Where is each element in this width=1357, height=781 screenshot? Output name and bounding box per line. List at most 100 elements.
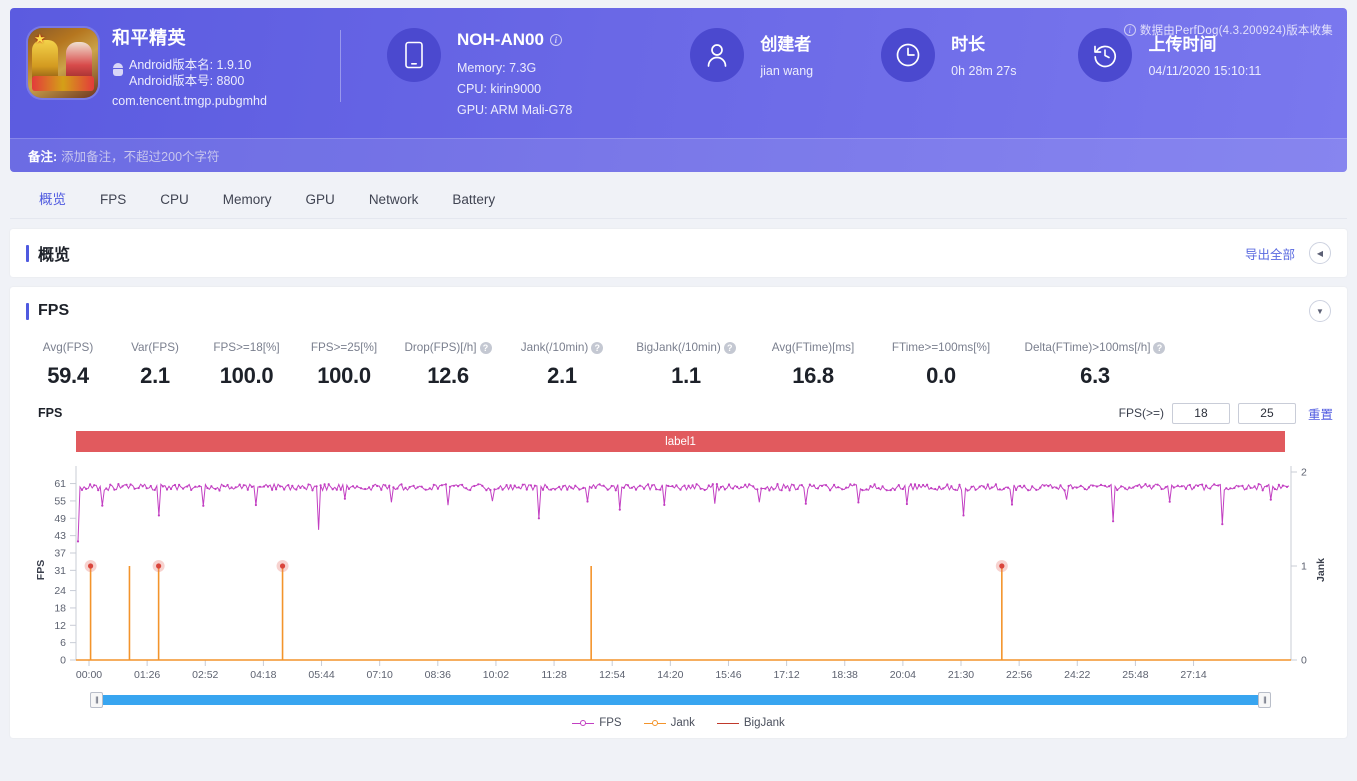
note-input-placeholder[interactable]: 添加备注，不超过200个字符: [61, 146, 219, 165]
game-app-icon: ★: [28, 28, 98, 98]
svg-text:55: 55: [54, 495, 66, 507]
svg-text:25:48: 25:48: [1122, 669, 1148, 681]
upload-time-segment: 上传时间 04/11/2020 15:10:11: [1078, 22, 1261, 82]
svg-text:37: 37: [54, 547, 66, 559]
scrollbar-track[interactable]: [90, 695, 1271, 705]
svg-text:17:12: 17:12: [773, 669, 799, 681]
tab-memory[interactable]: Memory: [206, 181, 289, 219]
report-header: i 数据由PerfDog(4.3.200924)版本收集 ★ 和平精英 Andr…: [10, 8, 1347, 172]
legend-item-bigjank[interactable]: BigJank: [716, 717, 785, 729]
help-icon[interactable]: ?: [723, 341, 736, 354]
perfdog-report-page: i 数据由PerfDog(4.3.200924)版本收集 ★ 和平精英 Andr…: [0, 8, 1357, 781]
export-all-link[interactable]: 导出全部: [1245, 244, 1295, 263]
label-band: label1: [76, 431, 1285, 452]
legend-marker-fps: [572, 719, 595, 728]
tab-fps[interactable]: FPS: [83, 181, 143, 219]
overview-panel: 概览 导出全部 ◀: [10, 229, 1347, 277]
scrollbar-handle-left[interactable]: |||: [90, 692, 103, 708]
chart-legend: FPS Jank BigJank: [24, 714, 1333, 732]
fps-metrics-row: Avg(FPS) 59.4 Var(FPS) 2.1 FPS>=18[%] 10…: [10, 335, 1347, 399]
help-icon[interactable]: ?: [479, 341, 492, 354]
tab-overview[interactable]: 概览: [22, 181, 83, 219]
main-tabs: 概览 FPS CPU Memory GPU Network Battery: [10, 181, 1347, 219]
svg-text:43: 43: [54, 530, 66, 542]
tab-gpu[interactable]: GPU: [289, 181, 352, 219]
android-icon: [112, 62, 124, 76]
upload-value: 04/11/2020 15:10:11: [1148, 64, 1262, 78]
help-icon[interactable]: ?: [591, 341, 604, 354]
help-icon[interactable]: ?: [1153, 341, 1166, 354]
svg-text:49: 49: [54, 513, 66, 525]
svg-text:21:30: 21:30: [948, 669, 974, 681]
metric-jank: Jank(/10min)? 2.1: [503, 341, 621, 389]
history-icon: [1078, 28, 1133, 82]
note-label: 备注:: [28, 150, 58, 164]
metric-var-fps: Var(FPS) 2.1: [131, 341, 179, 388]
app-version-code: Android版本号: 8800: [129, 74, 245, 88]
y2-axis-label: Jank: [1315, 558, 1327, 582]
svg-text:61: 61: [54, 478, 66, 490]
upload-title: 上传时间: [1148, 35, 1217, 54]
svg-text:18:38: 18:38: [832, 669, 858, 681]
svg-text:02:52: 02:52: [192, 669, 218, 681]
svg-text:11:28: 11:28: [541, 669, 567, 681]
note-bar[interactable]: 备注: 添加备注，不超过200个字符: [10, 138, 1347, 172]
svg-text:14:20: 14:20: [657, 669, 683, 681]
y-axis-label: FPS: [35, 560, 47, 580]
svg-text:2: 2: [1301, 467, 1307, 479]
chevron-down-icon[interactable]: ▼: [1309, 300, 1331, 322]
chart-scrollbar[interactable]: ||| |||: [24, 692, 1333, 708]
device-info-icon[interactable]: i: [549, 34, 562, 46]
app-package-name: com.tencent.tmgp.pubgmhd: [112, 94, 267, 108]
legend-item-fps[interactable]: FPS: [572, 717, 622, 729]
fps-title: FPS: [38, 302, 70, 319]
user-icon: [690, 28, 745, 82]
metric-delta-ftime: Delta(FTime)>100ms[/h]? 6.3: [1007, 341, 1183, 389]
tab-network[interactable]: Network: [352, 181, 436, 219]
svg-text:08:36: 08:36: [425, 669, 451, 681]
fps-plot-svg: 06121824313743495561 012 00:00 01:26 02:52…: [35, 466, 1327, 681]
creator-value: jian wang: [760, 64, 814, 78]
svg-text:12: 12: [54, 620, 66, 632]
icon-star-decor: ★: [34, 31, 46, 46]
svg-text:24: 24: [54, 585, 66, 597]
svg-text:01:26: 01:26: [134, 669, 160, 681]
clock-icon: [881, 28, 936, 82]
overview-title: 概览: [38, 247, 71, 264]
phone-icon: [387, 28, 441, 82]
chevron-left-icon[interactable]: ◀: [1309, 242, 1331, 264]
svg-text:05:44: 05:44: [308, 669, 334, 681]
fps-chart-block: FPS FPS(>=) 重置 label1 06121824313743495: [10, 399, 1347, 738]
icon-band-decor: [32, 76, 94, 91]
fps-threshold-high-input[interactable]: [1237, 402, 1296, 424]
fps-threshold-low-input[interactable]: [1171, 402, 1230, 424]
metric-bigjank: BigJank(/10min)? 1.1: [621, 341, 751, 389]
legend-marker-jank: [643, 719, 666, 728]
svg-text:20:04: 20:04: [890, 669, 916, 681]
svg-text:31: 31: [54, 565, 66, 577]
reset-link[interactable]: 重置: [1308, 404, 1333, 423]
metric-drop-fps: Drop(FPS)[/h]? 12.6: [393, 341, 503, 389]
svg-text:04:18: 04:18: [250, 669, 276, 681]
svg-text:1: 1: [1301, 561, 1307, 573]
device-info-segment: NOH-AN00 i Memory: 7.3G CPU: kirin9000 G…: [387, 22, 572, 121]
chart-series-name: FPS: [38, 406, 63, 420]
app-info-segment: ★ 和平精英 Android版本名: 1.9.10 Android版本号: 88…: [10, 22, 340, 108]
svg-text:18: 18: [54, 602, 66, 614]
creator-segment: 创建者 jian wang: [690, 22, 813, 82]
metric-fps-ge-25: FPS>=25[%] 100.0: [310, 341, 378, 388]
svg-text:0: 0: [60, 655, 66, 667]
scrollbar-handle-right[interactable]: |||: [1258, 692, 1271, 708]
label-band-text: label1: [665, 435, 696, 448]
legend-item-jank[interactable]: Jank: [643, 717, 695, 729]
tab-battery[interactable]: Battery: [435, 181, 512, 219]
svg-text:15:46: 15:46: [715, 669, 741, 681]
fps-plot[interactable]: 0 6 12 18 24 31 37 43 49 55 61 012 00:00 01:26 02:52…: [24, 458, 1333, 688]
fps-title-accent-bar: [26, 302, 29, 320]
tab-cpu[interactable]: CPU: [143, 181, 206, 219]
svg-text:0: 0: [1301, 655, 1307, 667]
duration-value: 0h 28m 27s: [951, 64, 1017, 78]
header-divider: [340, 30, 341, 102]
fps-threshold-label: FPS(>=): [1118, 406, 1164, 420]
metric-ftime-ge-100ms: FTime>=100ms[%] 0.0: [891, 341, 991, 388]
